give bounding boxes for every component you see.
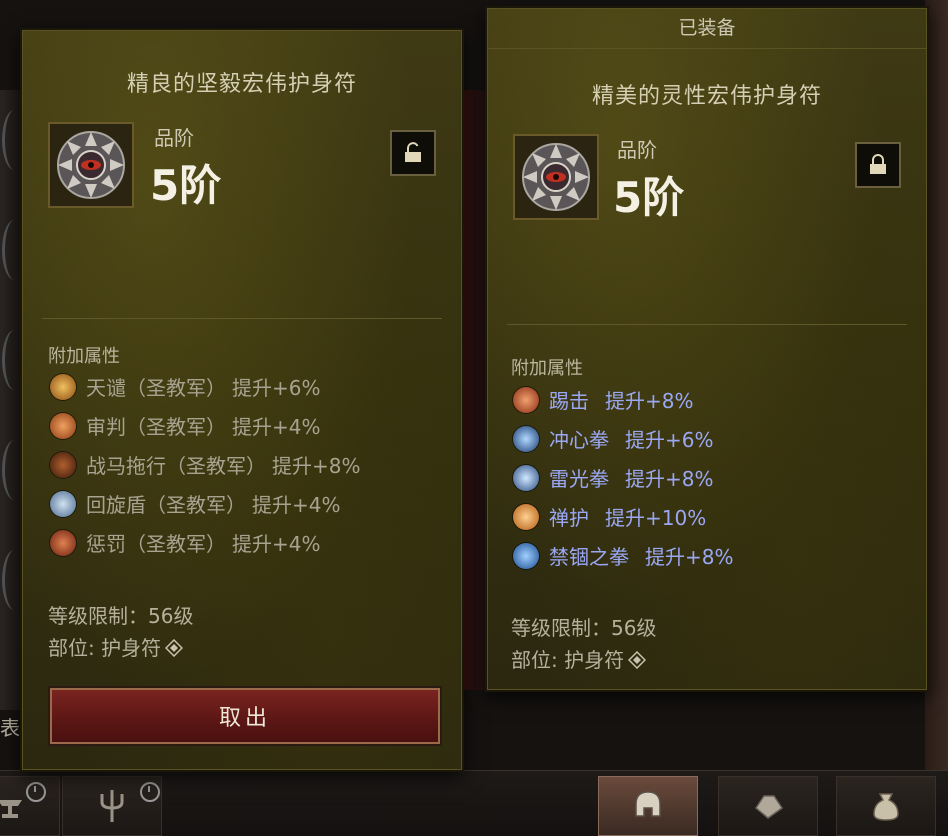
affix-name: 踢击 <box>549 389 589 413</box>
grade-label: 品阶 <box>617 138 657 162</box>
grade-label: 品阶 <box>154 126 194 150</box>
affix-value: 提升+4% <box>252 493 341 517</box>
lock-icon <box>870 154 886 174</box>
amulet-slot-icon <box>165 639 184 657</box>
background-partial-text: 表 <box>0 716 20 740</box>
affix-list: 天谴（圣教军） 提升+6% 审判（圣教军） 提升+4% 战马拖行（圣教军） 提升+8%… <box>50 367 361 562</box>
affix-row: 惩罚（圣教军） 提升+4% <box>50 523 361 562</box>
affix-name: 禁锢之拳 <box>549 545 629 569</box>
judgment-icon <box>50 412 76 439</box>
affix-row: 审判（圣教军） 提升+4% <box>50 406 361 445</box>
grade-value: 5阶 <box>150 161 222 210</box>
level-requirement: 等级限制：56级 <box>511 616 657 640</box>
item-title: 精美的灵性宏伟护身符 <box>591 84 822 109</box>
affix-row: 冲心拳 提升+6% <box>513 419 734 458</box>
unlock-icon <box>405 142 421 162</box>
amulet-slot-icon <box>628 651 647 669</box>
affix-name: 惩罚（圣教军） <box>86 532 226 556</box>
equipped-header: 已装备 <box>487 8 927 49</box>
affix-row: 回旋盾（圣教军） 提升+4% <box>50 484 361 523</box>
slot-text: 部位: 护身符 <box>48 636 162 660</box>
lock-toggle-button[interactable] <box>390 130 436 176</box>
item-tooltip-equipped: 已装备 精美的灵性宏伟护身符 品阶 5阶 附加属性 踢击 提升+8% 冲心拳 提… <box>485 6 929 692</box>
affix-list: 踢击 提升+8% 冲心拳 提升+6% 雷光拳 提升+8% 禅护 提升+10% 禁锢之拳提… <box>513 380 734 575</box>
slot-line: 部位: 护身符 <box>511 644 647 673</box>
section-divider <box>507 324 907 325</box>
affix-value: 提升+4% <box>232 415 321 439</box>
level-requirement: 等级限制：56级 <box>48 604 194 628</box>
affix-value: 提升+8% <box>605 389 694 413</box>
affix-section-label: 附加属性 <box>511 358 583 379</box>
steed-charge-icon <box>50 451 76 478</box>
slot-line: 部位: 护身符 <box>48 632 184 661</box>
affix-value: 提升+6% <box>625 428 714 452</box>
affix-row: 雷光拳 提升+8% <box>513 458 734 497</box>
take-out-button[interactable]: 取出 <box>50 688 440 744</box>
item-title: 精良的坚毅宏伟护身符 <box>126 72 357 97</box>
affix-value: 提升+4% <box>232 532 321 556</box>
slot-text: 部位: 护身符 <box>511 648 625 672</box>
blessed-shield-icon <box>50 490 76 517</box>
helmet-icon <box>635 791 661 817</box>
affix-name: 回旋盾（圣教军） <box>86 493 246 517</box>
gem-icon <box>755 795 784 819</box>
affix-row: 禁锢之拳 提升+8% <box>513 536 734 575</box>
toolbar-button-gem[interactable] <box>718 776 818 836</box>
affix-section-label: 附加属性 <box>48 346 120 367</box>
bag-icon <box>873 793 899 821</box>
amulet-icon <box>48 122 134 208</box>
section-divider <box>42 318 442 319</box>
affix-name: 审判（圣教军） <box>86 415 226 439</box>
judgment-sky-icon <box>50 373 76 400</box>
affix-name: 天谴（圣教军） <box>86 376 226 400</box>
amulet-icon <box>513 134 599 220</box>
lock-toggle-button[interactable] <box>855 142 901 188</box>
affix-row: 禅护 提升+10% <box>513 497 734 536</box>
serenity-icon <box>513 503 539 530</box>
trident-icon <box>100 790 124 822</box>
toolbar-button-bag[interactable] <box>836 776 936 836</box>
affix-row: 天谴（圣教军） 提升+6% <box>50 367 361 406</box>
affix-name: 禅护 <box>549 506 589 530</box>
affix-value: 提升+8% <box>272 454 361 478</box>
cooldown-clock-icon <box>26 782 46 802</box>
forbidden-fist-icon <box>513 542 539 569</box>
affix-value: 提升+6% <box>232 376 321 400</box>
item-tooltip-new: 精良的坚毅宏伟护身符 品阶 5阶 附加属性 天谴（圣教军） 提升+6% 审判（圣… <box>20 28 464 772</box>
affix-name: 雷光拳 <box>549 467 609 491</box>
lightning-fist-icon <box>513 464 539 491</box>
crippling-wave-icon <box>513 425 539 452</box>
cooldown-clock-icon <box>140 782 160 802</box>
affix-value: 提升+8% <box>625 467 714 491</box>
affix-value: 提升+8% <box>645 545 734 569</box>
kick-icon <box>513 386 539 413</box>
affix-name: 战马拖行（圣教军） <box>86 454 266 478</box>
affix-name: 冲心拳 <box>549 428 609 452</box>
toolbar-button-helmet[interactable] <box>598 776 698 836</box>
affix-row: 踢击 提升+8% <box>513 380 734 419</box>
punish-icon <box>50 529 76 556</box>
affix-value: 提升+10% <box>605 506 707 530</box>
grade-value: 5阶 <box>613 173 685 222</box>
affix-row: 战马拖行（圣教军） 提升+8% <box>50 445 361 484</box>
